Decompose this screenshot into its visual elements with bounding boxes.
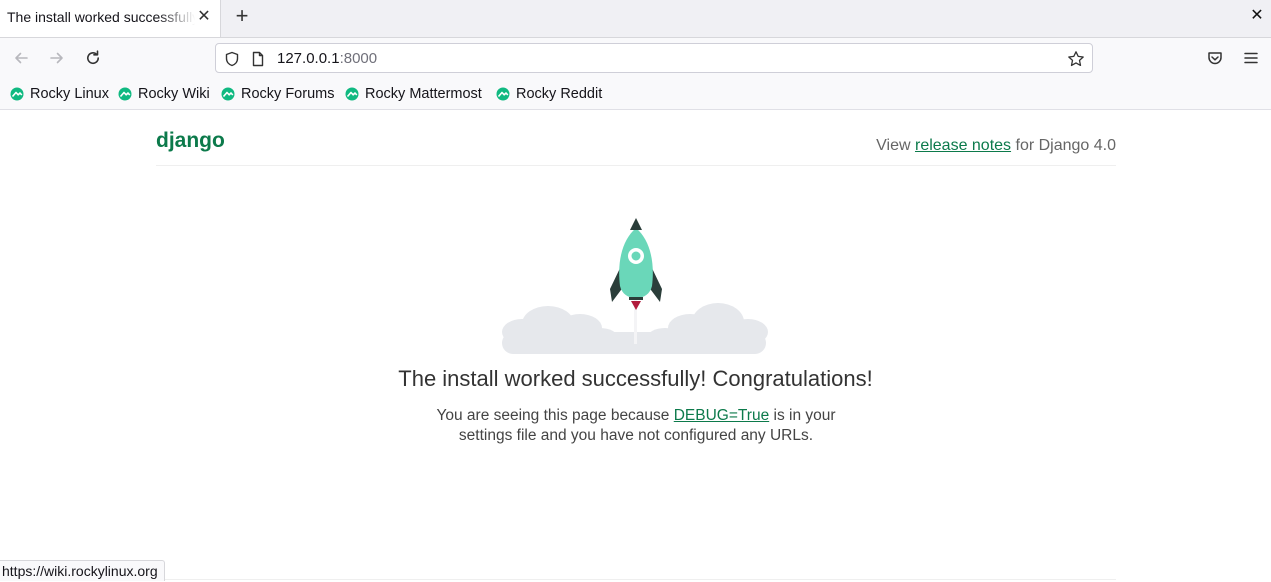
url-host: 127.0.0.1 bbox=[277, 50, 340, 67]
rocky-logo-icon bbox=[496, 87, 510, 101]
rocky-logo-icon bbox=[118, 87, 132, 101]
bookmark-label: Rocky Forums bbox=[241, 86, 335, 102]
bookmark-label: Rocky Mattermost bbox=[365, 86, 482, 102]
bookmark-label: Rocky Wiki bbox=[138, 86, 210, 102]
release-notes-text: View release notes for Django 4.0 bbox=[876, 137, 1116, 155]
bookmark-label: Rocky Linux bbox=[30, 86, 109, 102]
pocket-icon[interactable] bbox=[1204, 47, 1226, 69]
page-description: You are seeing this page because DEBUG=T… bbox=[420, 406, 852, 446]
bookmark-star-icon[interactable] bbox=[1067, 50, 1085, 68]
page-icon[interactable] bbox=[249, 50, 267, 68]
bookmark-rocky-wiki[interactable]: Rocky Wiki bbox=[118, 84, 210, 104]
debug-link[interactable]: DEBUG=True bbox=[674, 407, 769, 424]
desc-before: You are seeing this page because bbox=[436, 407, 674, 424]
reload-icon[interactable] bbox=[82, 47, 104, 69]
rocky-logo-icon bbox=[345, 87, 359, 101]
forward-arrow-icon[interactable] bbox=[46, 47, 68, 69]
status-bar-url: https://wiki.rockylinux.org bbox=[0, 560, 165, 581]
page-content: django View release notes for Django 4.0 bbox=[0, 110, 1271, 581]
rocket-illustration bbox=[502, 218, 768, 354]
release-prefix: View bbox=[876, 137, 915, 154]
bookmark-rocky-linux[interactable]: Rocky Linux bbox=[10, 84, 109, 104]
release-suffix: for Django 4.0 bbox=[1011, 137, 1116, 154]
hamburger-menu-icon[interactable] bbox=[1240, 47, 1262, 69]
bookmark-rocky-mattermost[interactable]: Rocky Mattermost bbox=[345, 84, 482, 104]
rocky-logo-icon bbox=[221, 87, 235, 101]
back-arrow-icon[interactable] bbox=[10, 47, 32, 69]
bookmark-rocky-reddit[interactable]: Rocky Reddit bbox=[496, 84, 602, 104]
tab-close-icon[interactable]: ✕ bbox=[196, 7, 212, 27]
django-header: django View release notes for Django 4.0 bbox=[156, 110, 1116, 166]
browser-tab[interactable]: The install worked successfully! Congrat… bbox=[0, 0, 221, 37]
url-bar[interactable]: 127.0.0.1:8000 bbox=[215, 43, 1093, 73]
footer-divider bbox=[156, 579, 1116, 580]
url-port: :8000 bbox=[339, 50, 378, 67]
url-text[interactable]: 127.0.0.1:8000 bbox=[277, 50, 377, 67]
bookmark-rocky-forums[interactable]: Rocky Forums bbox=[221, 84, 334, 104]
bookmark-label: Rocky Reddit bbox=[516, 86, 603, 102]
rocky-logo-icon bbox=[10, 87, 24, 101]
release-notes-link[interactable]: release notes bbox=[915, 137, 1011, 154]
page-headline: The install worked successfully! Congrat… bbox=[398, 366, 873, 391]
tab-strip: The install worked successfully! Congrat… bbox=[0, 0, 1271, 38]
shield-icon[interactable] bbox=[223, 50, 241, 68]
window-close-icon[interactable]: ✕ bbox=[1248, 6, 1266, 26]
tab-title: The install worked successfully! Congrat… bbox=[7, 9, 195, 25]
new-tab-icon[interactable]: + bbox=[231, 5, 253, 27]
django-logo[interactable]: django bbox=[156, 129, 225, 153]
bookmarks-toolbar: Rocky Linux Rocky Wiki Rocky Forums Rock… bbox=[0, 78, 1271, 110]
